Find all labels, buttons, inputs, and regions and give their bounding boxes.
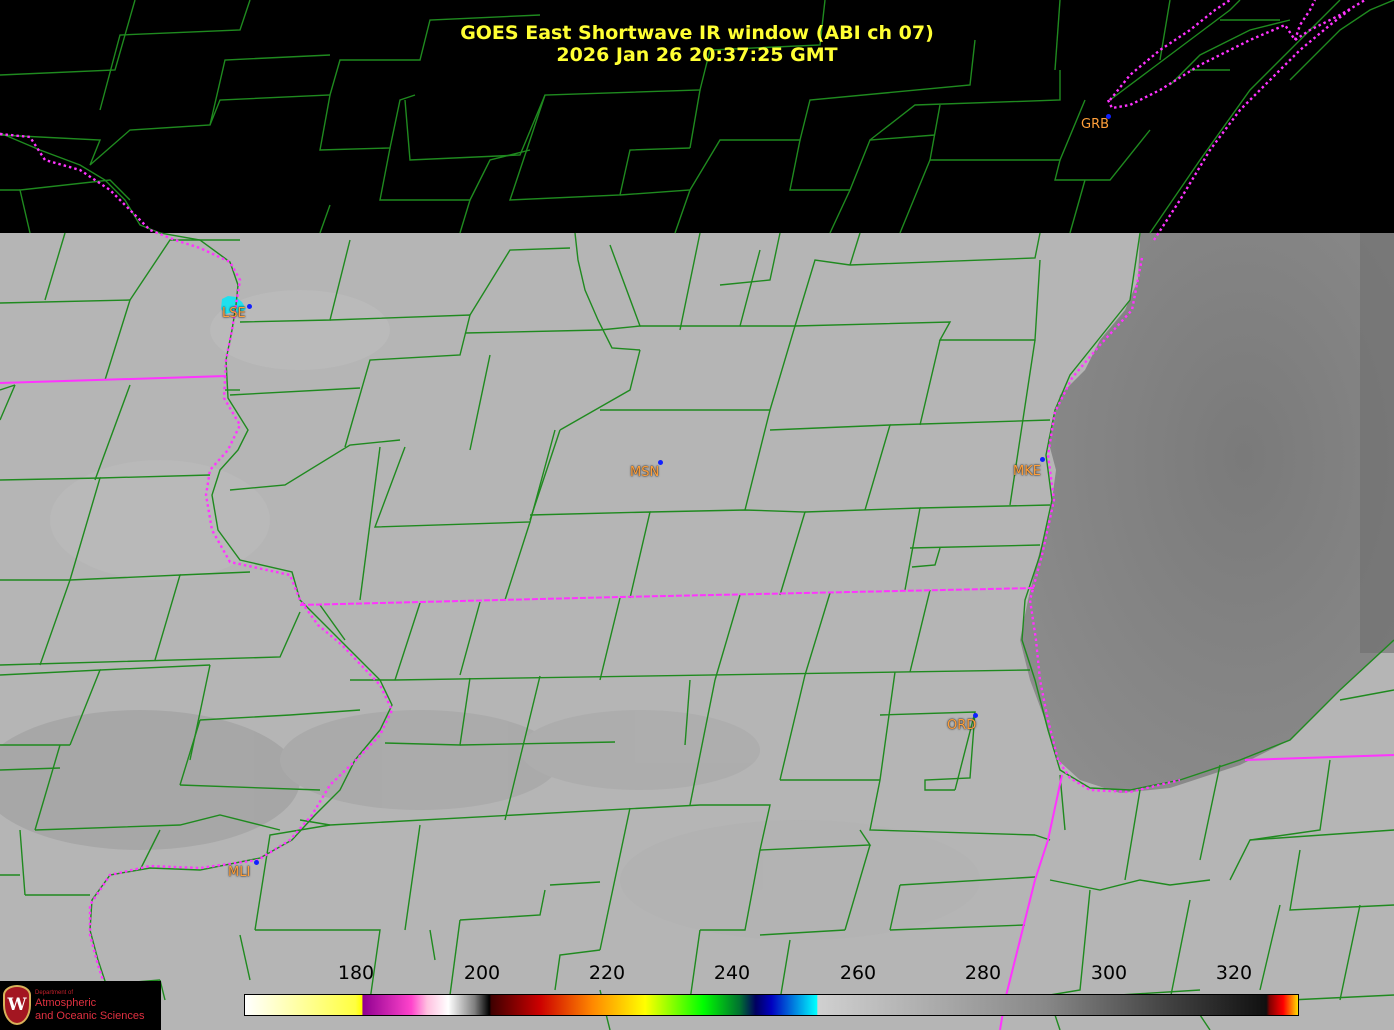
station-marker-lse[interactable] <box>247 304 252 309</box>
logo-department-text: Department of <box>35 990 74 996</box>
colorbar-tick-300: 300 <box>1090 962 1128 984</box>
uw-crest-icon: W <box>3 985 31 1025</box>
colorbar-tick-200: 200 <box>463 962 501 984</box>
satellite-map[interactable]: GOES East Shortwave IR window (ABI ch 07… <box>0 0 1394 1030</box>
logo-name-line2: and Oceanic Sciences <box>35 1010 145 1022</box>
station-label-grb: GRB <box>1081 117 1110 132</box>
logo-name-line1: Atmospheric <box>35 997 97 1009</box>
colorbar-tick-180: 180 <box>337 962 375 984</box>
station-label-mli: MLI <box>228 865 251 880</box>
station-marker-mli[interactable] <box>254 860 259 865</box>
map-timestamp: 2026 Jan 26 20:37:25 GMT <box>556 44 838 66</box>
station-label-msn: MSN <box>630 465 660 480</box>
map-title: GOES East Shortwave IR window (ABI ch 07… <box>460 22 934 44</box>
station-marker-mke[interactable] <box>1040 457 1045 462</box>
colorbar-tick-220: 220 <box>588 962 626 984</box>
map-layers <box>0 0 1394 1030</box>
colorbar-tick-240: 240 <box>713 962 751 984</box>
colorbar-tick-260: 260 <box>839 962 877 984</box>
station-label-mke: MKE <box>1013 464 1041 479</box>
colorbar-tick-320: 320 <box>1215 962 1253 984</box>
aos-logo[interactable]: W Department of Atmospheric and Oceanic … <box>0 981 161 1030</box>
station-label-lse: LSE <box>222 306 246 321</box>
lake-east-band <box>1360 233 1394 653</box>
colorbar-tick-280: 280 <box>964 962 1002 984</box>
station-label-ord: ORD <box>947 718 977 733</box>
colorbar-gradient <box>244 994 1299 1016</box>
